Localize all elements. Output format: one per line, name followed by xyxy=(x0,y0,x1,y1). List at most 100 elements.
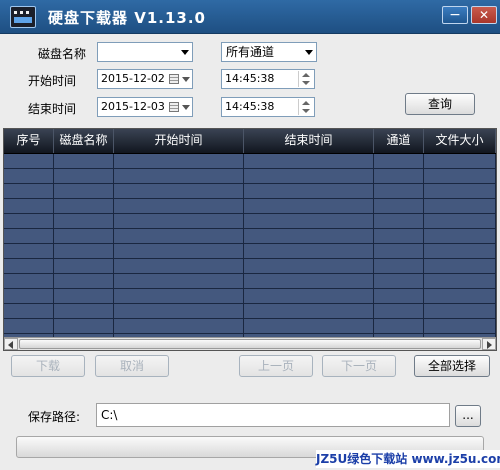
table-cell xyxy=(244,169,374,184)
table-cell xyxy=(244,304,374,319)
save-path-input[interactable]: C:\ xyxy=(96,403,450,427)
column-header[interactable]: 结束时间 xyxy=(244,129,374,153)
start-date-picker[interactable]: 2015-12-02 xyxy=(97,69,193,89)
table-cell xyxy=(424,319,496,334)
column-header[interactable]: 开始时间 xyxy=(114,129,244,153)
table-cell xyxy=(114,259,244,274)
table-cell xyxy=(244,259,374,274)
table-cell xyxy=(54,154,114,169)
scroll-right-icon[interactable] xyxy=(482,338,496,350)
browse-button[interactable]: ... xyxy=(455,405,481,427)
table-cell xyxy=(114,244,244,259)
column-header[interactable]: 序号 xyxy=(4,129,54,153)
minimize-button[interactable]: − xyxy=(442,6,468,24)
download-button[interactable]: 下载 xyxy=(11,355,85,377)
table-cell xyxy=(114,229,244,244)
save-path-label: 保存路径: xyxy=(28,410,81,424)
table-cell xyxy=(114,304,244,319)
table-row[interactable] xyxy=(4,244,496,259)
table-cell xyxy=(244,154,374,169)
disk-name-select[interactable] xyxy=(97,42,193,62)
table-cell xyxy=(54,229,114,244)
scroll-left-icon[interactable] xyxy=(4,338,18,350)
table-cell xyxy=(424,259,496,274)
table-header: 序号 磁盘名称 开始时间 结束时间 通道 文件大小 xyxy=(4,129,496,154)
table-cell xyxy=(54,214,114,229)
table-cell xyxy=(244,319,374,334)
column-header[interactable]: 通道 xyxy=(374,129,424,153)
table-row[interactable] xyxy=(4,184,496,199)
start-date-value: 2015-12-02 xyxy=(101,72,165,85)
table-cell xyxy=(4,319,54,334)
table-cell xyxy=(4,289,54,304)
end-date-value: 2015-12-03 xyxy=(101,100,165,113)
end-date-picker[interactable]: 2015-12-03 xyxy=(97,97,193,117)
chevron-down-icon[interactable] xyxy=(182,105,190,110)
start-time-spinner[interactable] xyxy=(298,71,313,87)
next-page-button[interactable]: 下一页 xyxy=(322,355,396,377)
table-cell xyxy=(374,214,424,229)
table-cell xyxy=(54,274,114,289)
table-cell xyxy=(424,169,496,184)
table-cell xyxy=(54,199,114,214)
table-cell xyxy=(114,184,244,199)
table-cell xyxy=(4,214,54,229)
table-row[interactable] xyxy=(4,319,496,334)
table-row[interactable] xyxy=(4,274,496,289)
table-cell xyxy=(114,154,244,169)
table-cell xyxy=(244,199,374,214)
table-cell xyxy=(374,184,424,199)
table-row[interactable] xyxy=(4,229,496,244)
channel-select[interactable]: 所有通道 xyxy=(221,42,317,62)
table-row[interactable] xyxy=(4,304,496,319)
end-time-input[interactable]: 14:45:38 xyxy=(221,97,315,117)
table-row[interactable] xyxy=(4,289,496,304)
table-cell xyxy=(374,169,424,184)
table-cell xyxy=(424,229,496,244)
table-cell xyxy=(424,244,496,259)
table-cell xyxy=(244,229,374,244)
end-time-label: 结束时间 xyxy=(28,102,77,116)
query-button[interactable]: 查询 xyxy=(405,93,475,115)
table-cell xyxy=(424,304,496,319)
table-cell xyxy=(374,199,424,214)
film-clapper-icon xyxy=(10,6,36,28)
table-cell xyxy=(424,274,496,289)
table-cell xyxy=(114,319,244,334)
horizontal-scrollbar[interactable] xyxy=(4,337,496,350)
cancel-button[interactable]: 取消 xyxy=(95,355,169,377)
table-row[interactable] xyxy=(4,154,496,169)
table-row[interactable] xyxy=(4,259,496,274)
table-cell xyxy=(244,274,374,289)
scrollbar-thumb[interactable] xyxy=(19,339,481,349)
table-cell xyxy=(244,184,374,199)
column-header[interactable]: 磁盘名称 xyxy=(54,129,114,153)
column-header[interactable]: 文件大小 xyxy=(424,129,496,153)
chevron-down-icon xyxy=(181,50,189,55)
start-time-input[interactable]: 14:45:38 xyxy=(221,69,315,89)
close-button[interactable]: ✕ xyxy=(471,6,497,24)
disk-name-label: 磁盘名称 xyxy=(38,47,87,61)
select-all-button[interactable]: 全部选择 xyxy=(414,355,490,377)
table-cell xyxy=(4,244,54,259)
table-cell xyxy=(54,184,114,199)
table-cell xyxy=(54,304,114,319)
end-time-spinner[interactable] xyxy=(298,99,313,115)
table-cell xyxy=(374,319,424,334)
title-bar[interactable]: 硬盘下载器 V1.13.0 − ✕ xyxy=(0,0,500,34)
prev-page-button[interactable]: 上一页 xyxy=(239,355,313,377)
table-cell xyxy=(54,319,114,334)
table-cell xyxy=(374,304,424,319)
table-cell xyxy=(424,214,496,229)
table-cell xyxy=(424,289,496,304)
table-cell xyxy=(114,289,244,304)
calendar-icon[interactable] xyxy=(169,102,179,112)
table-row[interactable] xyxy=(4,169,496,184)
table-row[interactable] xyxy=(4,199,496,214)
start-time-label: 开始时间 xyxy=(28,74,77,88)
table-body[interactable] xyxy=(4,154,496,337)
table-row[interactable] xyxy=(4,214,496,229)
chevron-down-icon[interactable] xyxy=(182,77,190,82)
calendar-icon[interactable] xyxy=(169,74,179,84)
file-table[interactable]: 序号 磁盘名称 开始时间 结束时间 通道 文件大小 xyxy=(3,128,497,351)
